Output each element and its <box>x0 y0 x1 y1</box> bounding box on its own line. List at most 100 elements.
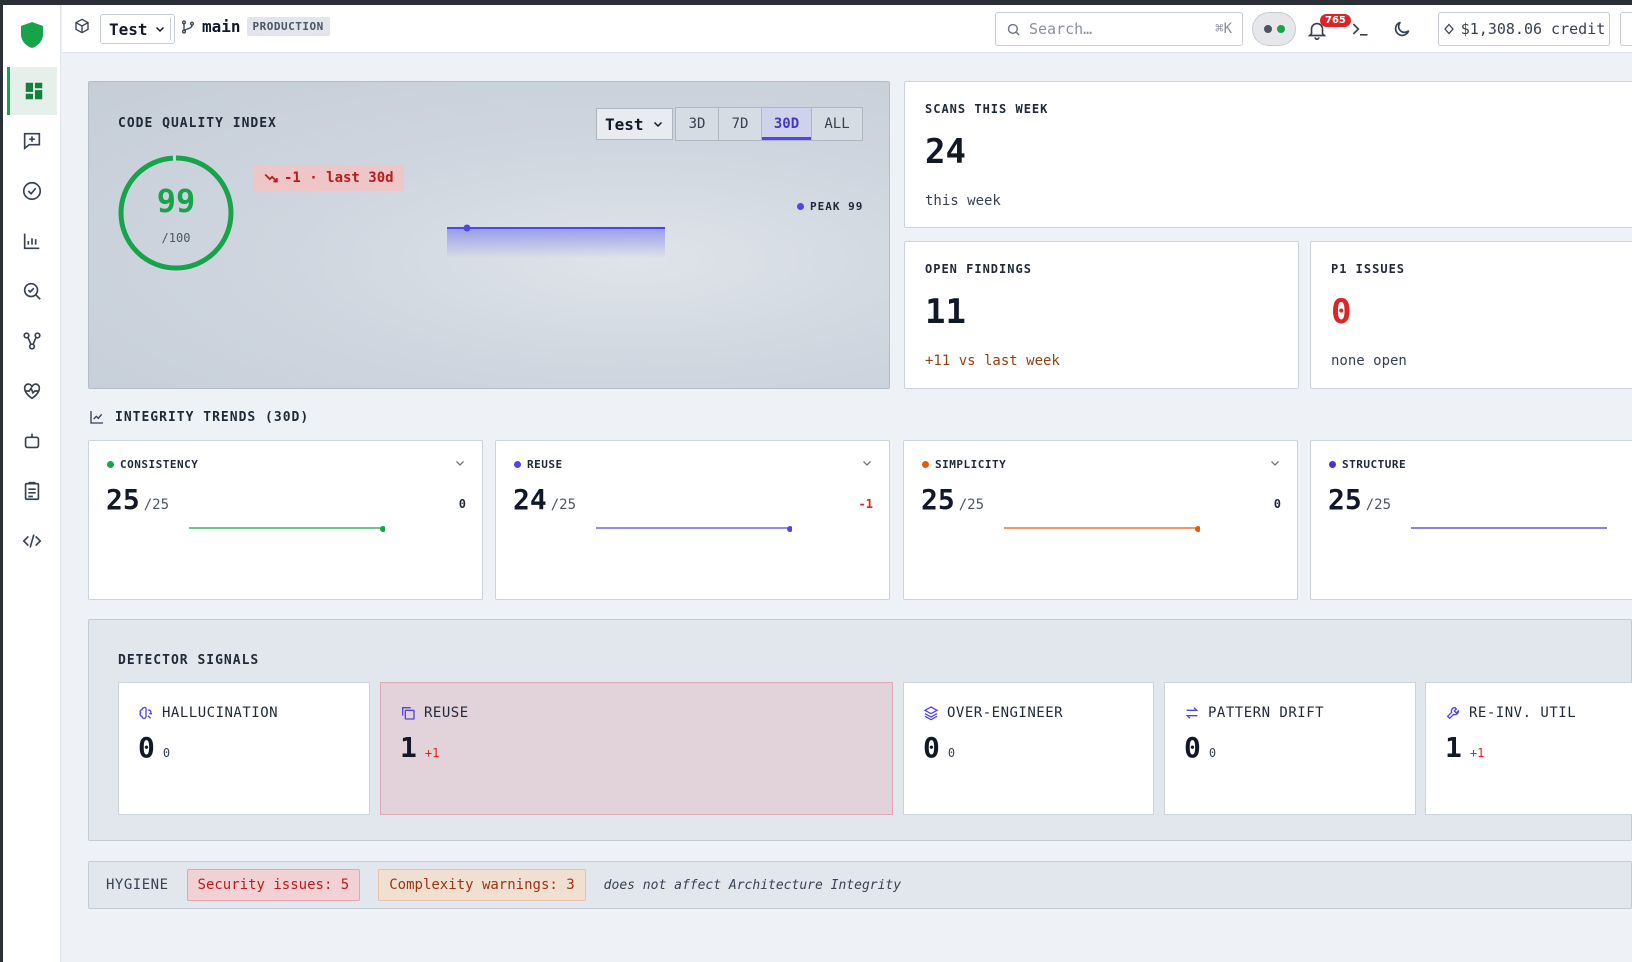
sidebar-item-new-review[interactable] <box>7 117 57 165</box>
detector-name: OVER-ENGINEER <box>947 705 1064 721</box>
package-icon <box>74 18 90 34</box>
coin-icon <box>1443 23 1454 35</box>
bot-icon <box>24 433 40 449</box>
copy-icon <box>402 707 415 720</box>
sidebar-item-code[interactable] <box>7 517 57 565</box>
branch-name: main <box>202 17 241 36</box>
layers-icon <box>923 706 939 721</box>
trend-value: 25/25 <box>106 483 169 516</box>
detector-value: 1 +1 <box>400 731 439 764</box>
detector-card-reinvented-util[interactable]: RE-INV. UTIL 1 +1 <box>1425 682 1632 815</box>
p1-issues-card[interactable]: P1 ISSUES 0 none open <box>1310 241 1632 389</box>
detector-name: HALLUCINATION <box>162 705 279 721</box>
trend-value: 25/25 <box>921 483 984 516</box>
detector-count: 0 <box>1184 731 1201 764</box>
trend-card-reuse[interactable]: REUSE 24/25 -1 <box>495 440 890 600</box>
chevron-down-icon[interactable] <box>861 457 873 469</box>
range-tabs: 3D 7D 30D ALL <box>675 107 863 141</box>
detector-card-reuse[interactable]: REUSE 1 +1 <box>380 682 893 815</box>
quality-score: 99 <box>156 182 196 220</box>
trend-denominator: /25 <box>143 497 170 513</box>
code-icon <box>22 534 42 548</box>
detector-card-pattern-drift[interactable]: PATTERN DRIFT 00 <box>1164 682 1416 815</box>
notifications-button[interactable]: 765 <box>1306 14 1351 42</box>
trend-delta: 0 <box>458 497 466 511</box>
quality-project-value: Test <box>605 114 644 134</box>
range-tab-all[interactable]: ALL <box>812 108 862 140</box>
dashboard-icon <box>25 82 42 100</box>
chevron-down-icon <box>155 26 164 33</box>
range-tab-30d[interactable]: 30D <box>762 108 812 140</box>
sidebar-item-checks[interactable] <box>7 167 57 215</box>
credit-button[interactable]: $1,308.06 credit <box>1438 12 1610 46</box>
branch-selector[interactable]: main PRODUCTION <box>180 17 330 36</box>
chevron-down-icon[interactable] <box>1269 457 1281 469</box>
detector-count: 0 <box>923 731 940 764</box>
detector-delta: +1 <box>1469 746 1485 760</box>
search-input[interactable]: Search… ⌘K <box>995 12 1243 46</box>
trend-denominator: /25 <box>958 497 985 513</box>
scans-stat-card[interactable]: SCANS THIS WEEK 24 this week <box>904 81 1632 228</box>
sidebar-item-dashboard[interactable] <box>7 67 57 115</box>
sidebar-item-tasks[interactable] <box>7 467 57 515</box>
sidebar-item-agents[interactable] <box>7 417 57 465</box>
detector-name: REUSE <box>424 705 469 721</box>
sidebar-item-reports[interactable] <box>7 217 57 265</box>
complexity-warnings-badge[interactable]: Complexity warnings: 3 <box>378 869 586 901</box>
status-toggle[interactable] <box>1252 12 1296 46</box>
nodes-icon <box>23 332 41 350</box>
open-findings-sub: +11 vs last week <box>925 353 1060 369</box>
detector-name: PATTERN DRIFT <box>1208 705 1325 721</box>
detector-card-over-engineer[interactable]: OVER-ENGINEER 00 <box>903 682 1154 815</box>
trend-card-structure[interactable]: STRUCTURE 25/25 <box>1310 440 1632 600</box>
trend-title: CONSISTENCY <box>107 458 198 471</box>
theme-toggle-button[interactable] <box>1392 19 1412 39</box>
security-issues-badge[interactable]: Security issues: 5 <box>186 869 361 901</box>
shield-logo-icon[interactable] <box>20 21 44 49</box>
p1-sub: none open <box>1331 353 1407 369</box>
trend-value: 24/25 <box>513 483 576 516</box>
notification-count-badge: 765 <box>1320 14 1351 27</box>
range-tab-3d[interactable]: 3D <box>676 108 719 140</box>
account-button[interactable] <box>1620 12 1632 46</box>
detector-value: 00 <box>1184 731 1216 764</box>
trend-name: CONSISTENCY <box>120 458 199 471</box>
peak-dot <box>797 203 804 210</box>
topbar: Test main PRODUCTION Search… ⌘K 765 $1,3… <box>62 5 1632 53</box>
chevron-down-icon[interactable] <box>454 457 466 469</box>
trend-title: SIMPLICITY <box>922 458 1006 471</box>
search-icon <box>1007 23 1020 36</box>
open-findings-card[interactable]: OPEN FINDINGS 11 +11 vs last week <box>904 241 1299 389</box>
trend-sparkline <box>189 526 385 532</box>
line-chart-icon <box>90 411 103 424</box>
hygiene-label: HYGIENE <box>106 877 169 893</box>
search-check-icon <box>23 282 41 300</box>
sidebar-item-graph[interactable] <box>7 317 57 365</box>
detector-value: 00 <box>138 731 170 764</box>
detector-delta: 0 <box>1208 746 1217 760</box>
terminal-button[interactable] <box>1350 19 1370 39</box>
quality-project-select[interactable]: Test <box>596 108 673 140</box>
check-circle-icon <box>22 181 42 201</box>
search-placeholder: Search… <box>1029 20 1093 38</box>
hygiene-note: does not affect Architecture Integrity <box>603 877 902 893</box>
arrows-icon <box>1185 707 1199 719</box>
trend-name: SIMPLICITY <box>935 458 1007 471</box>
trend-sparkline <box>596 526 792 532</box>
trend-denominator: /25 <box>1365 497 1392 513</box>
sidebar-item-scan[interactable] <box>7 267 57 315</box>
trend-dot <box>922 461 929 468</box>
range-tab-7d[interactable]: 7D <box>719 108 762 140</box>
detector-delta: +1 <box>424 746 440 760</box>
trend-name: STRUCTURE <box>1342 458 1407 471</box>
peak-text: PEAK 99 <box>810 200 864 213</box>
detector-label: RE-INV. UTIL <box>1445 705 1576 721</box>
sidebar-item-health[interactable] <box>7 367 57 415</box>
detector-card-hallucination[interactable]: HALLUCINATION 00 <box>118 682 370 815</box>
trend-card-consistency[interactable]: CONSISTENCY 25/25 0 <box>88 440 483 600</box>
trend-card-simplicity[interactable]: SIMPLICITY 25/25 0 <box>903 440 1298 600</box>
chart-icon <box>23 233 40 250</box>
project-select[interactable]: Test <box>100 14 175 44</box>
detector-label: HALLUCINATION <box>138 705 278 721</box>
scans-title: SCANS THIS WEEK <box>925 102 1049 116</box>
